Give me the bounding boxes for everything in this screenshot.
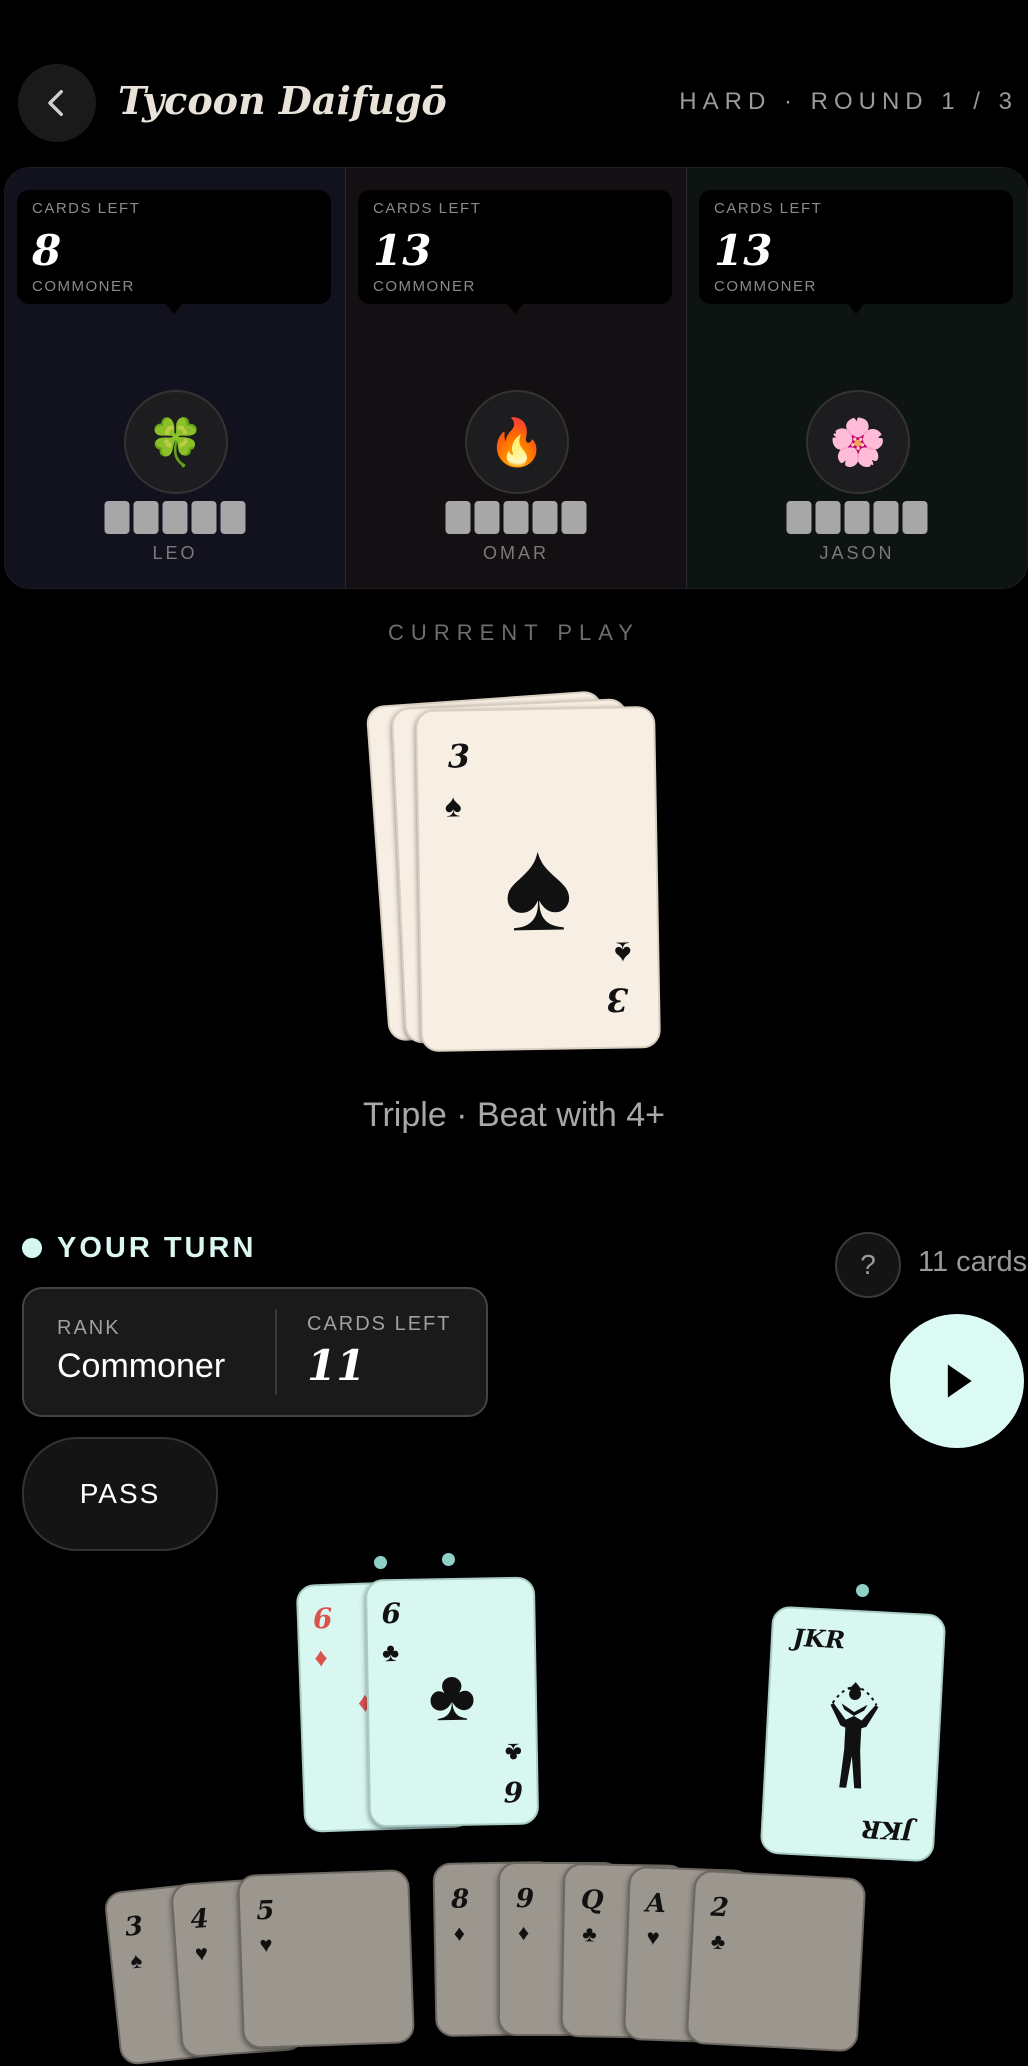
- back-button[interactable]: [18, 64, 96, 142]
- opponent-panel-jason[interactable]: CARDS LEFT 13 COMMONER 🌸 JASON: [686, 168, 1027, 588]
- opponent-rank: COMMONER: [373, 278, 476, 295]
- spade-icon: ♠: [444, 787, 463, 824]
- chevron-left-icon: [48, 89, 63, 117]
- hand-card[interactable]: 5 ♥: [237, 1869, 415, 2049]
- help-button[interactable]: ?: [835, 1232, 901, 1298]
- cards-left-bubble: CARDS LEFT 8 COMMONER: [17, 190, 331, 314]
- hand-card-6-clubs[interactable]: 6 ♣ ♣ ♣ 6: [364, 1576, 540, 1828]
- card-back-pips: [445, 501, 587, 534]
- played-card-top: 3 ♠ ♠ ♠ 3: [415, 705, 661, 1053]
- card-back-pip: [133, 501, 159, 534]
- spade-icon: ♠: [129, 1947, 144, 1974]
- card-rank: 6: [502, 1774, 523, 1809]
- card-back-pip: [844, 501, 870, 534]
- opponent-panel-leo[interactable]: CARDS LEFT 8 COMMONER 🍀 LEO: [5, 168, 345, 588]
- play-button[interactable]: [890, 1314, 1024, 1448]
- card-rank: JKR: [860, 1814, 914, 1847]
- card-back-pip: [445, 501, 471, 534]
- selected-indicator: [374, 1556, 387, 1569]
- jester-icon: [830, 1682, 879, 1789]
- heart-icon: ♥: [259, 1931, 273, 1958]
- clover-avatar-icon: 🍀: [124, 390, 228, 494]
- card-back-pip: [532, 501, 558, 534]
- card-rank-bottom: 3: [605, 980, 629, 1019]
- card-back-pip: [873, 501, 899, 534]
- cards-left-count: 13: [373, 226, 432, 275]
- card-rank: JKR: [792, 1622, 846, 1655]
- card-rank: 8: [450, 1884, 470, 1915]
- cards-left-label: CARDS LEFT: [32, 200, 141, 217]
- pass-button[interactable]: PASS: [22, 1437, 218, 1551]
- card-rank: Q: [580, 1885, 604, 1916]
- hand-card-joker[interactable]: JKR JKR: [759, 1605, 947, 1863]
- cards-left-count: 13: [714, 226, 773, 275]
- round-indicator: HARD · ROUND 1 / 3: [679, 88, 1018, 115]
- card-back-pip: [815, 501, 841, 534]
- heart-icon: ♥: [194, 1940, 209, 1966]
- fire-avatar-icon: 🔥: [465, 390, 569, 494]
- card-back-pip: [162, 501, 188, 534]
- rank-label: RANK: [57, 1317, 121, 1339]
- current-play-label: CURRENT PLAY: [388, 620, 640, 645]
- card-rank: 6: [312, 1601, 333, 1636]
- club-icon: ♣: [427, 1655, 477, 1737]
- cards-left-label: CARDS LEFT: [307, 1313, 452, 1335]
- opponent-rank: COMMONER: [714, 278, 817, 295]
- card-back-pip: [503, 501, 529, 534]
- hand-card[interactable]: 2 ♣: [685, 1869, 867, 2053]
- opponent-name: OMAR: [483, 543, 549, 563]
- selected-indicator: [856, 1584, 869, 1597]
- opponent-rank: COMMONER: [32, 278, 135, 295]
- card-rank: 2: [709, 1892, 730, 1924]
- card-back-pips: [786, 501, 928, 534]
- play-icon: [947, 1364, 972, 1398]
- card-back-pip: [902, 501, 928, 534]
- card-back-pip: [104, 501, 130, 534]
- cards-left-label: CARDS LEFT: [373, 200, 482, 217]
- hand-card-count: 11 cards: [918, 1246, 1028, 1278]
- card-rank: A: [645, 1888, 667, 1920]
- cards-left-label: CARDS LEFT: [714, 200, 823, 217]
- spade-icon: ♠: [614, 935, 632, 972]
- club-icon: ♣: [504, 1737, 523, 1769]
- card-back-pips: [104, 501, 246, 534]
- diamond-icon: ♦: [518, 1920, 530, 1945]
- game-title: Tycoon Daifugō: [118, 78, 447, 123]
- card-back-pip: [474, 501, 500, 534]
- blossom-avatar-icon: 🌸: [806, 390, 910, 494]
- card-rank-top: 3: [447, 737, 471, 776]
- diamond-icon: ♦: [313, 1641, 329, 1673]
- diamond-icon: ♦: [453, 1920, 466, 1946]
- divider: [275, 1309, 277, 1395]
- player-status-box: RANK Commoner CARDS LEFT 11: [22, 1287, 488, 1417]
- player-cards-left: 11: [307, 1341, 366, 1390]
- cards-left-count: 8: [32, 226, 62, 275]
- card-rank: 5: [255, 1895, 275, 1927]
- opponents-panel: CARDS LEFT 8 COMMONER 🍀 LEO CARDS LEFT 1…: [4, 167, 1028, 589]
- player-rank: Commoner: [57, 1347, 226, 1385]
- opponent-name: LEO: [152, 543, 198, 563]
- cards-left-bubble: CARDS LEFT 13 COMMONER: [699, 190, 1013, 314]
- your-turn-label: YOUR TURN: [57, 1232, 257, 1264]
- selected-indicator: [442, 1553, 455, 1566]
- opponent-name: JASON: [819, 543, 895, 563]
- cards-left-bubble: CARDS LEFT 13 COMMONER: [358, 190, 672, 314]
- card-back-pip: [220, 501, 246, 534]
- play-caption: Triple · Beat with 4+: [362, 1096, 666, 1134]
- card-back-pip: [786, 501, 812, 534]
- spade-icon: ♠: [502, 811, 574, 959]
- club-icon: ♣: [582, 1921, 597, 1947]
- opponent-panel-omar[interactable]: CARDS LEFT 13 COMMONER 🔥 OMAR: [345, 168, 686, 588]
- card-back-pip: [561, 501, 587, 534]
- card-rank: 9: [516, 1884, 535, 1914]
- card-rank: 3: [123, 1911, 145, 1943]
- card-back-pip: [191, 501, 217, 534]
- card-rank: 4: [189, 1903, 210, 1936]
- card-rank: 6: [381, 1596, 402, 1631]
- turn-indicator-dot: [22, 1238, 42, 1258]
- club-icon: ♣: [710, 1928, 727, 1955]
- heart-icon: ♥: [646, 1924, 661, 1950]
